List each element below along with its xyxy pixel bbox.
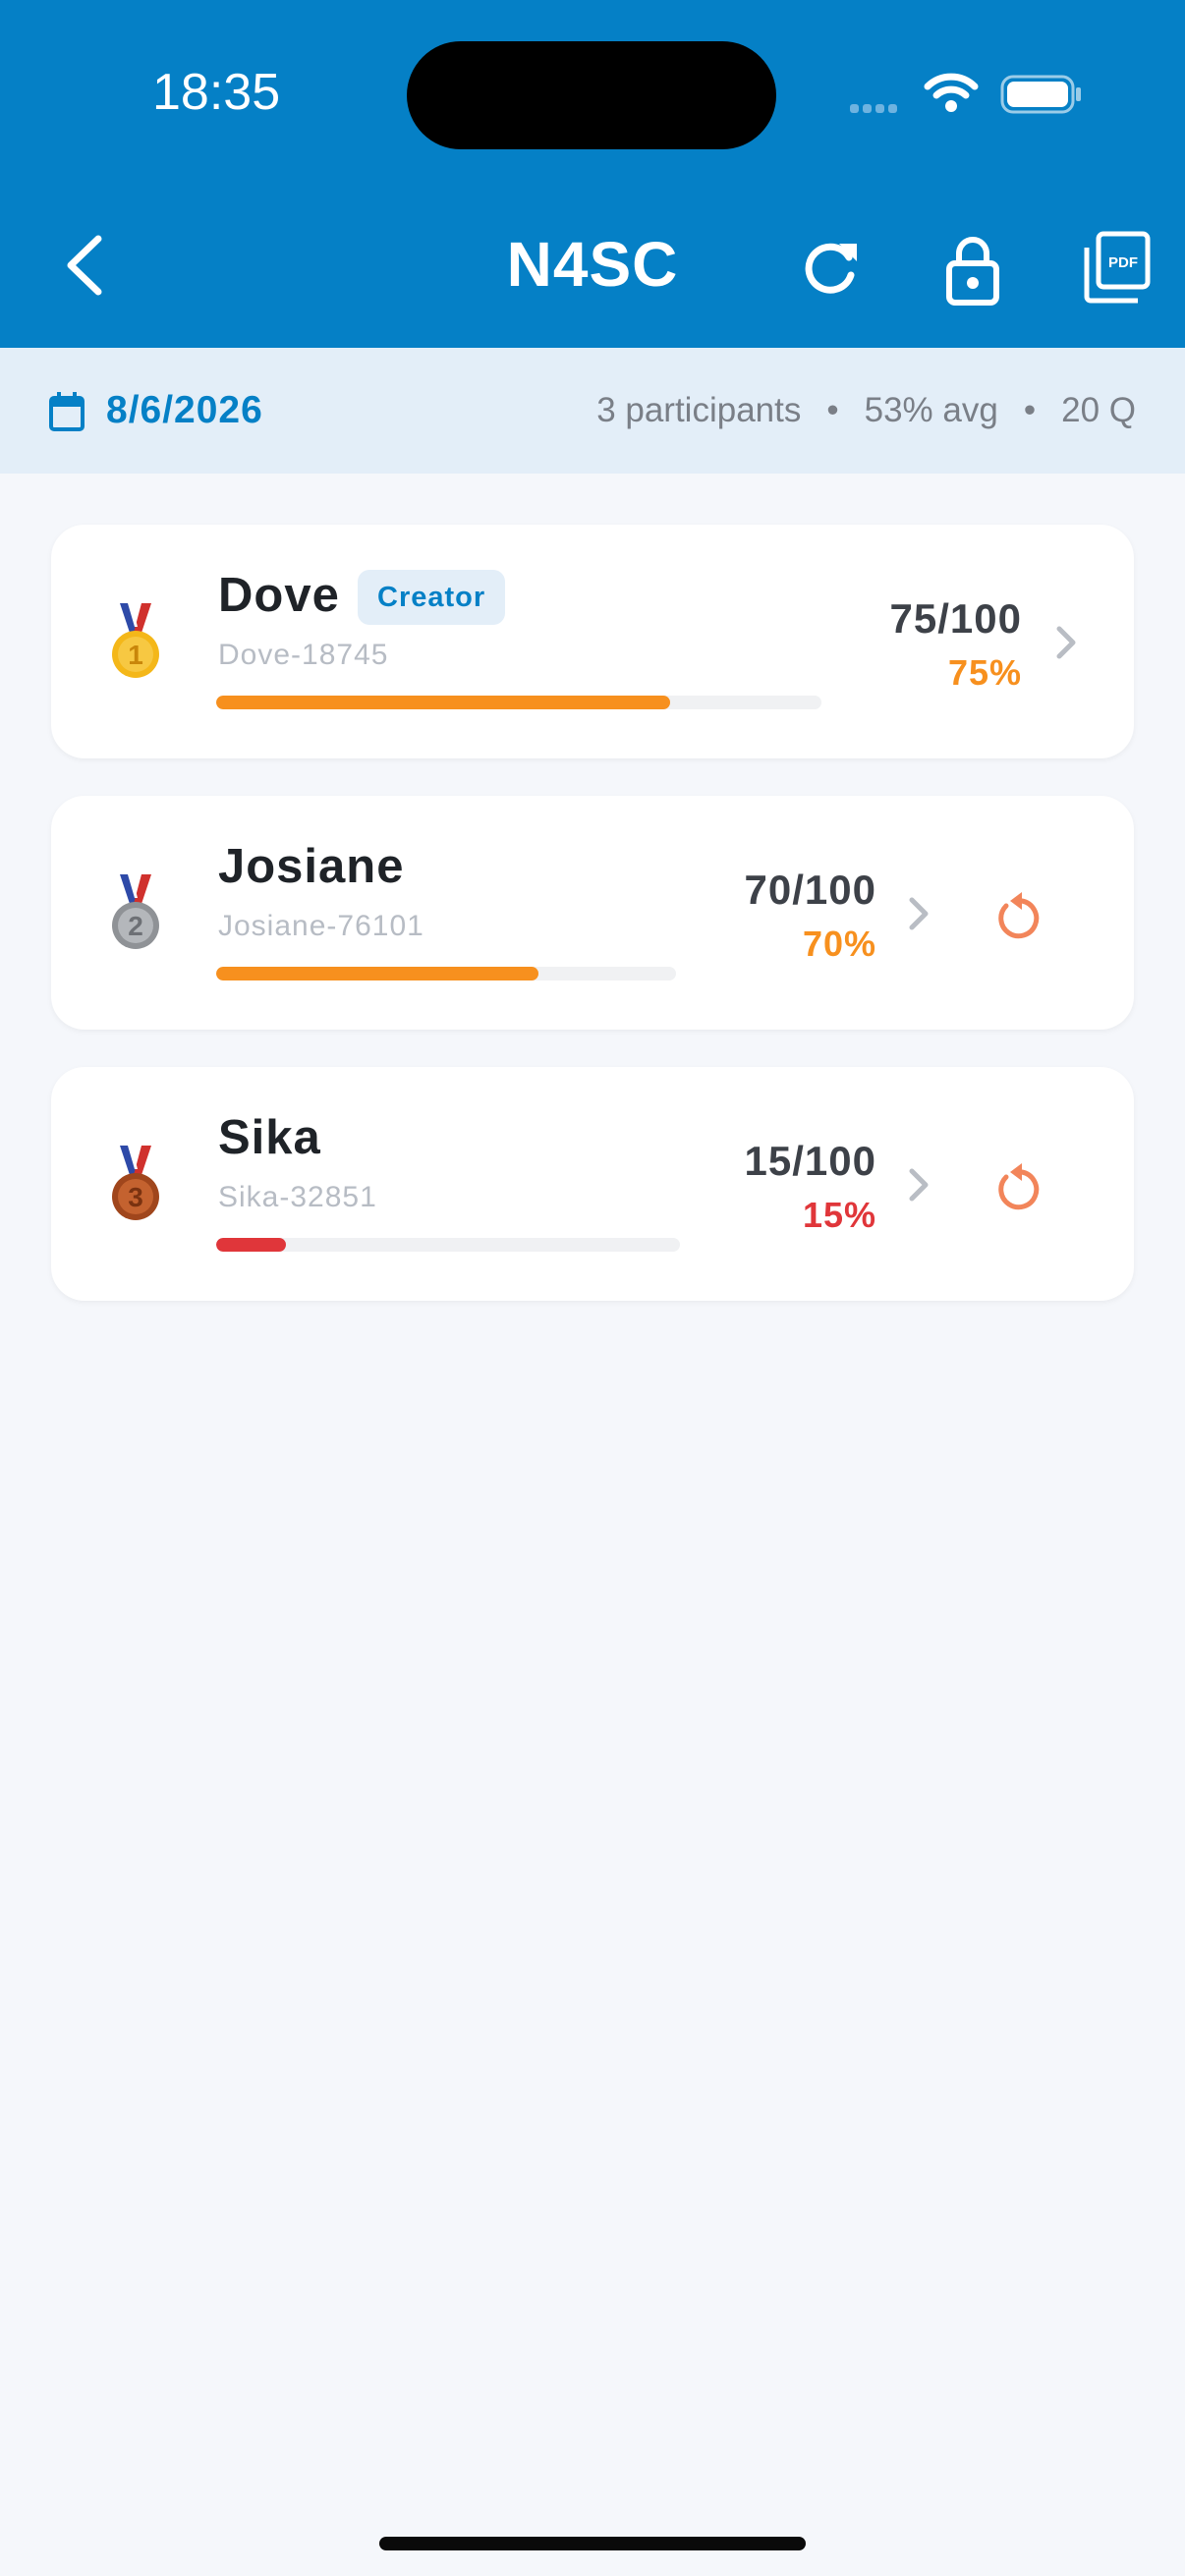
session-stats: 3 participants • 53% avg • 20 Q xyxy=(596,391,1136,430)
dynamic-island xyxy=(407,41,776,149)
participant-id: Dove-18745 xyxy=(218,639,389,671)
score-percent: 15% xyxy=(802,1195,876,1235)
score-value: 15/100 xyxy=(744,1138,876,1184)
wifi-icon xyxy=(924,73,979,112)
status-time: 18:35 xyxy=(152,64,281,121)
session-date: 8/6/2026 xyxy=(106,389,263,431)
participant-card[interactable]: 2 Josiane Josiane-76101 70/100 70% xyxy=(51,796,1134,1030)
participant-id: Josiane-76101 xyxy=(218,910,424,942)
separator: • xyxy=(1023,391,1037,429)
gold-medal-icon: 1 xyxy=(112,603,159,678)
chevron-right-icon[interactable] xyxy=(904,1165,931,1204)
participant-name: Dove xyxy=(218,569,340,622)
lock-button[interactable] xyxy=(933,228,1012,307)
bronze-medal-icon: 3 xyxy=(112,1146,159,1220)
participant-card[interactable]: 1 Dove Creator Dove-18745 75/100 75% xyxy=(51,525,1134,758)
battery-icon xyxy=(1000,75,1081,114)
app-header: 18:35 N4SC PDF xyxy=(0,0,1185,348)
participant-name: Sika xyxy=(218,1111,321,1164)
score-value: 75/100 xyxy=(889,595,1022,642)
silver-medal-icon: 2 xyxy=(112,874,159,949)
refresh-button[interactable] xyxy=(792,228,871,307)
svg-text:PDF: PDF xyxy=(1108,254,1138,271)
score-progress-bar xyxy=(216,1238,680,1252)
participant-card[interactable]: 3 Sika Sika-32851 15/100 15% xyxy=(51,1067,1134,1301)
cellular-signal-icon xyxy=(850,100,901,118)
question-count: 20 Q xyxy=(1061,391,1136,429)
score-percent: 70% xyxy=(802,924,876,964)
score-progress-bar xyxy=(216,696,821,709)
pdf-export-button[interactable]: PDF xyxy=(1075,228,1154,307)
score-percent: 75% xyxy=(947,652,1022,693)
retry-icon[interactable] xyxy=(992,1159,1040,1212)
home-indicator[interactable] xyxy=(379,2537,806,2550)
score-progress-bar xyxy=(216,967,676,980)
svg-text:1: 1 xyxy=(128,640,143,670)
separator: • xyxy=(826,391,839,429)
chevron-right-icon[interactable] xyxy=(1051,623,1079,662)
chevron-right-icon[interactable] xyxy=(904,894,931,933)
score-value: 70/100 xyxy=(744,867,876,913)
svg-text:2: 2 xyxy=(128,911,143,941)
participant-count: 3 participants xyxy=(596,391,802,429)
average-score: 53% avg xyxy=(864,391,998,429)
creator-badge: Creator xyxy=(358,570,506,625)
calendar-icon xyxy=(49,392,85,431)
retry-icon[interactable] xyxy=(992,888,1040,941)
svg-text:3: 3 xyxy=(128,1182,143,1212)
participant-name: Josiane xyxy=(218,840,405,893)
participant-id: Sika-32851 xyxy=(218,1181,377,1213)
